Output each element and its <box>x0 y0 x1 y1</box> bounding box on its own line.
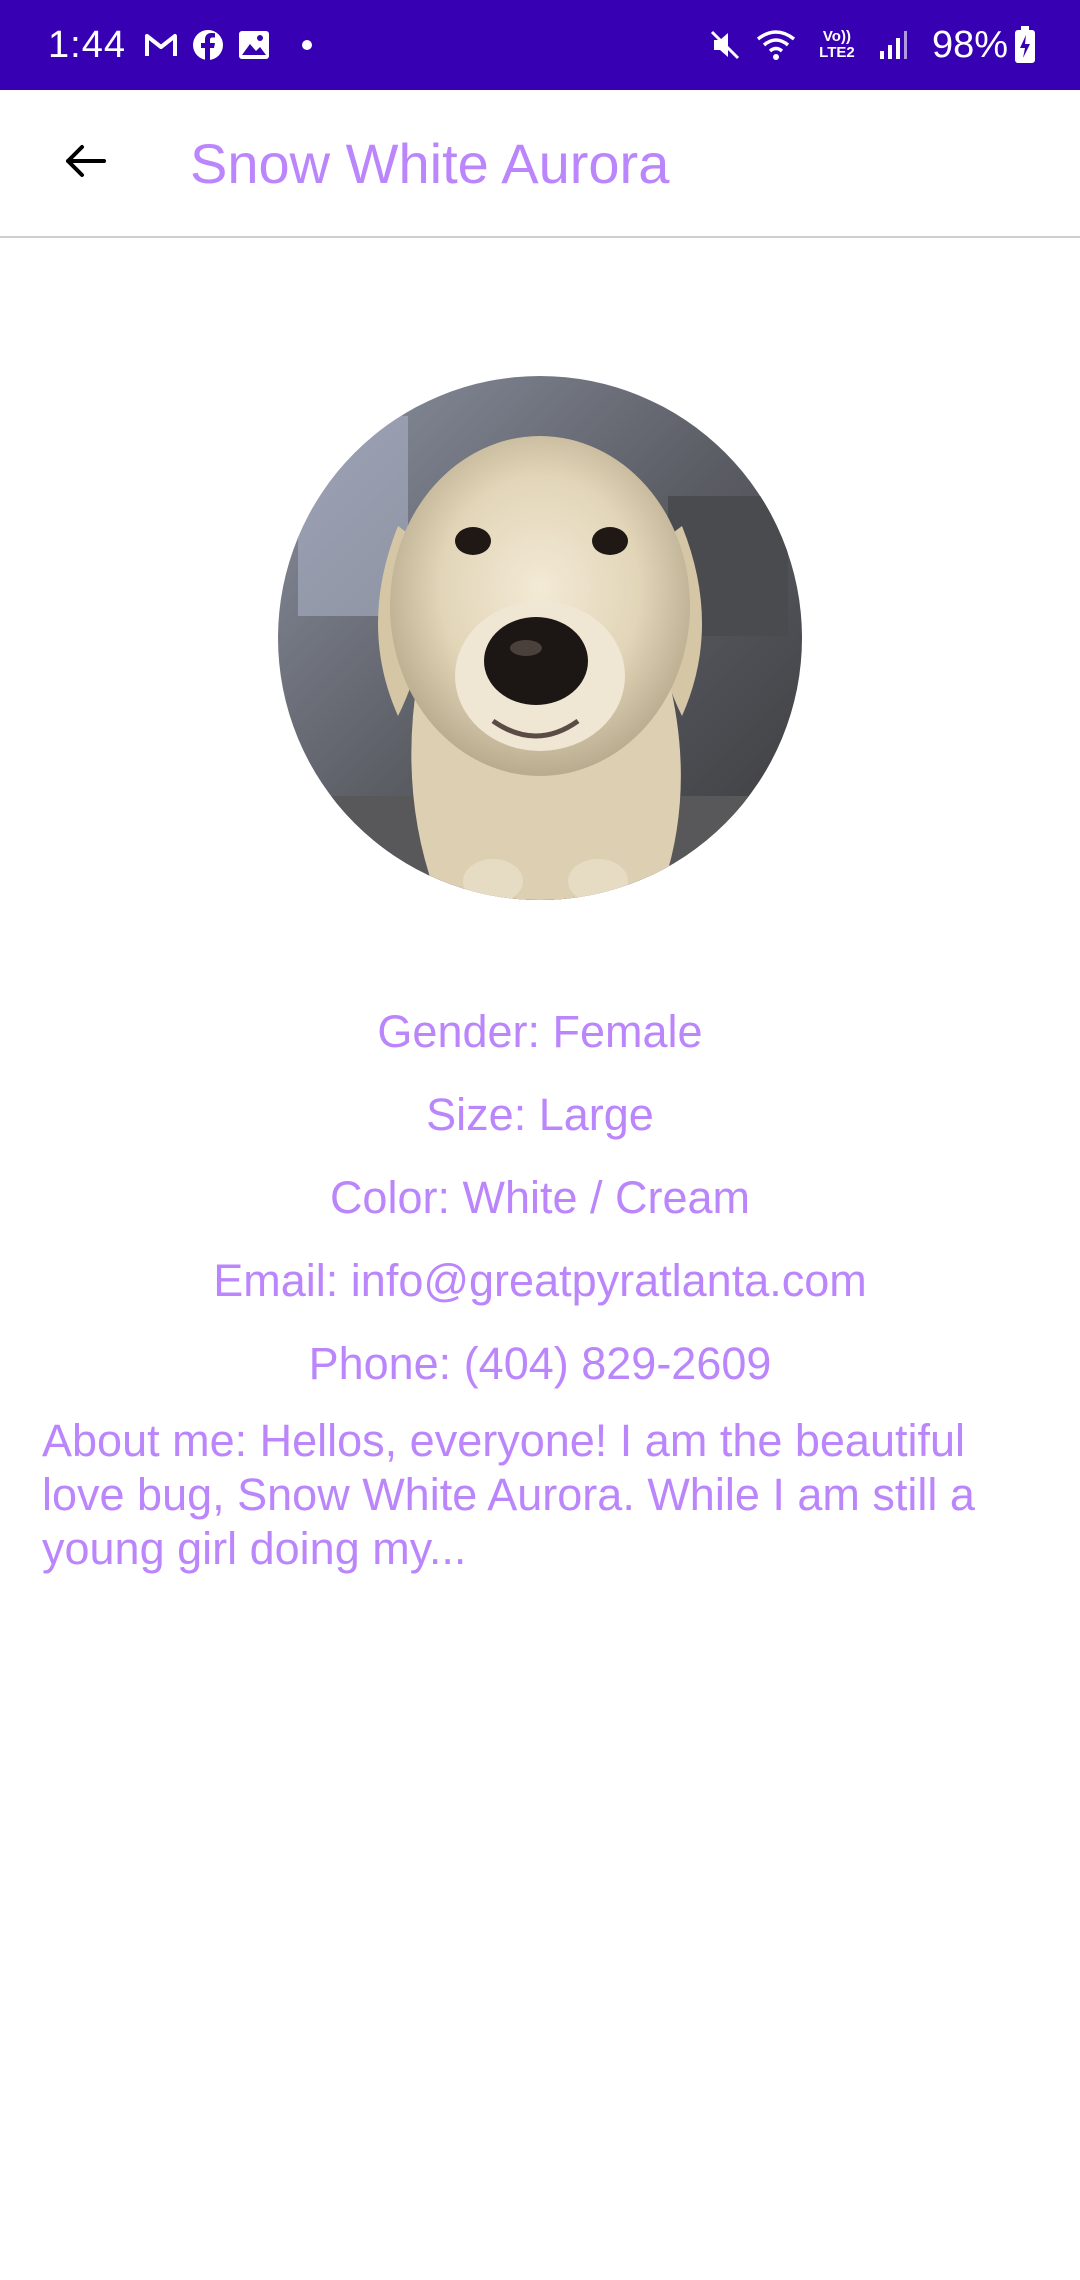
gender-text: Gender: Female <box>377 1006 703 1057</box>
status-bar-right: Vo)) LTE2 98% <box>708 24 1036 67</box>
status-bar-left: 1:44 <box>48 24 312 67</box>
lte-icon: Vo)) LTE2 <box>810 29 864 61</box>
mute-icon <box>708 28 742 62</box>
page-title: Snow White Aurora <box>190 131 670 195</box>
gmail-icon <box>144 31 178 59</box>
gallery-icon <box>238 30 270 60</box>
signal-icon <box>878 29 908 61</box>
status-time: 1:44 <box>48 23 126 66</box>
network-label: Vo)) LTE2 <box>819 28 855 61</box>
back-button[interactable] <box>24 103 144 223</box>
arrow-back-icon <box>60 137 108 190</box>
dog-photo <box>278 376 802 900</box>
size-text: Size: Large <box>426 1089 654 1140</box>
app-bar: Snow White Aurora <box>0 90 1080 238</box>
about-text: About me: Hellos, everyone! I am the bea… <box>42 1415 975 1574</box>
color-text: Color: White / Cream <box>329 1172 751 1223</box>
battery-percent: 98% <box>931 23 1008 66</box>
battery-charging-icon <box>1014 26 1036 64</box>
notification-dot-icon <box>301 40 312 50</box>
wifi-icon <box>756 28 796 62</box>
status-bar: 1:44 Vo)) LTE2 98% <box>0 0 1080 90</box>
phone-text: Phone: (404) 829-2609 <box>308 1338 772 1389</box>
pet-info: Gender: Female Size: Large Color: White … <box>0 990 1080 1405</box>
email-text: Email: info@greatpyratlanta.com <box>213 1255 867 1306</box>
facebook-icon <box>192 29 224 61</box>
